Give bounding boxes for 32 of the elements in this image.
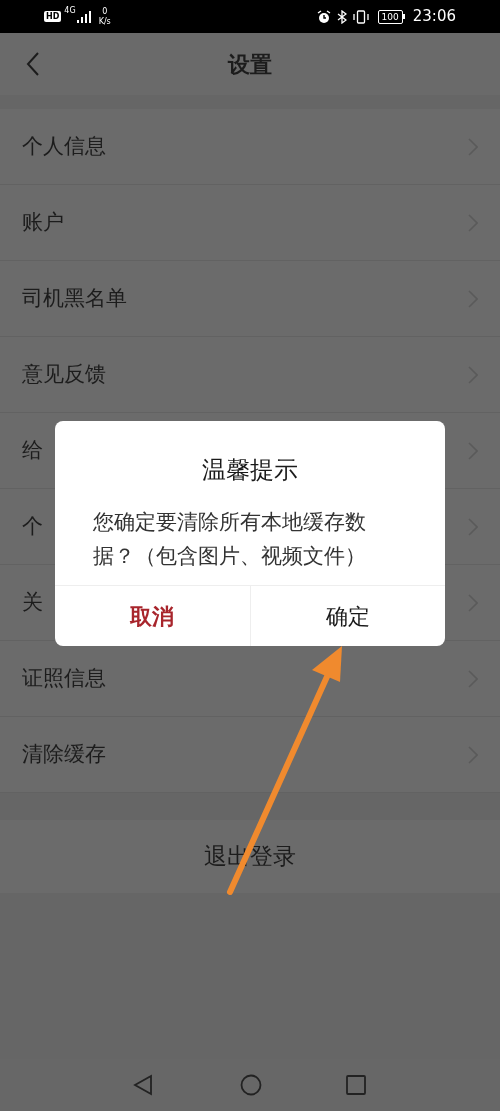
- item-label: 个: [22, 512, 43, 540]
- settings-item[interactable]: 清除缓存: [0, 717, 500, 793]
- item-label: 个人信息: [22, 132, 106, 160]
- settings-item[interactable]: 意见反馈: [0, 337, 500, 413]
- home-icon[interactable]: [240, 1074, 262, 1096]
- settings-item[interactable]: 账户: [0, 185, 500, 261]
- battery-level: 100: [377, 9, 403, 24]
- back-icon: [26, 52, 40, 76]
- item-label: 关: [22, 588, 43, 616]
- signal-icon: [76, 10, 91, 23]
- item-label: 账户: [22, 208, 64, 236]
- recents-icon[interactable]: [346, 1075, 366, 1095]
- network-type: 4G: [64, 7, 76, 15]
- vibrate-icon: [351, 9, 370, 24]
- dialog-message: 您确定要清除所有本地缓存数据？（包含图片、视频文件）: [92, 509, 367, 570]
- settings-item[interactable]: 个人信息: [0, 109, 500, 185]
- item-label: 司机黑名单: [22, 284, 127, 312]
- speed-value: 0: [102, 7, 108, 16]
- item-label: 证照信息: [22, 664, 106, 692]
- item-label: 给: [22, 436, 43, 464]
- page-title: 设置: [228, 49, 272, 79]
- speed-unit: K/s: [98, 17, 111, 26]
- hd-badge: HD: [44, 11, 62, 22]
- dialog-button[interactable]: 取消: [55, 586, 251, 646]
- item-label: 意见反馈: [22, 360, 106, 388]
- bluetooth-icon: [336, 9, 347, 24]
- alarm-icon: [316, 9, 331, 24]
- settings-item[interactable]: 司机黑名单: [0, 261, 500, 337]
- item-label: 清除缓存: [22, 740, 106, 768]
- back-icon[interactable]: [133, 1074, 153, 1096]
- clock: 23:06: [412, 6, 456, 28]
- dialog-title: 温馨提示: [201, 455, 299, 485]
